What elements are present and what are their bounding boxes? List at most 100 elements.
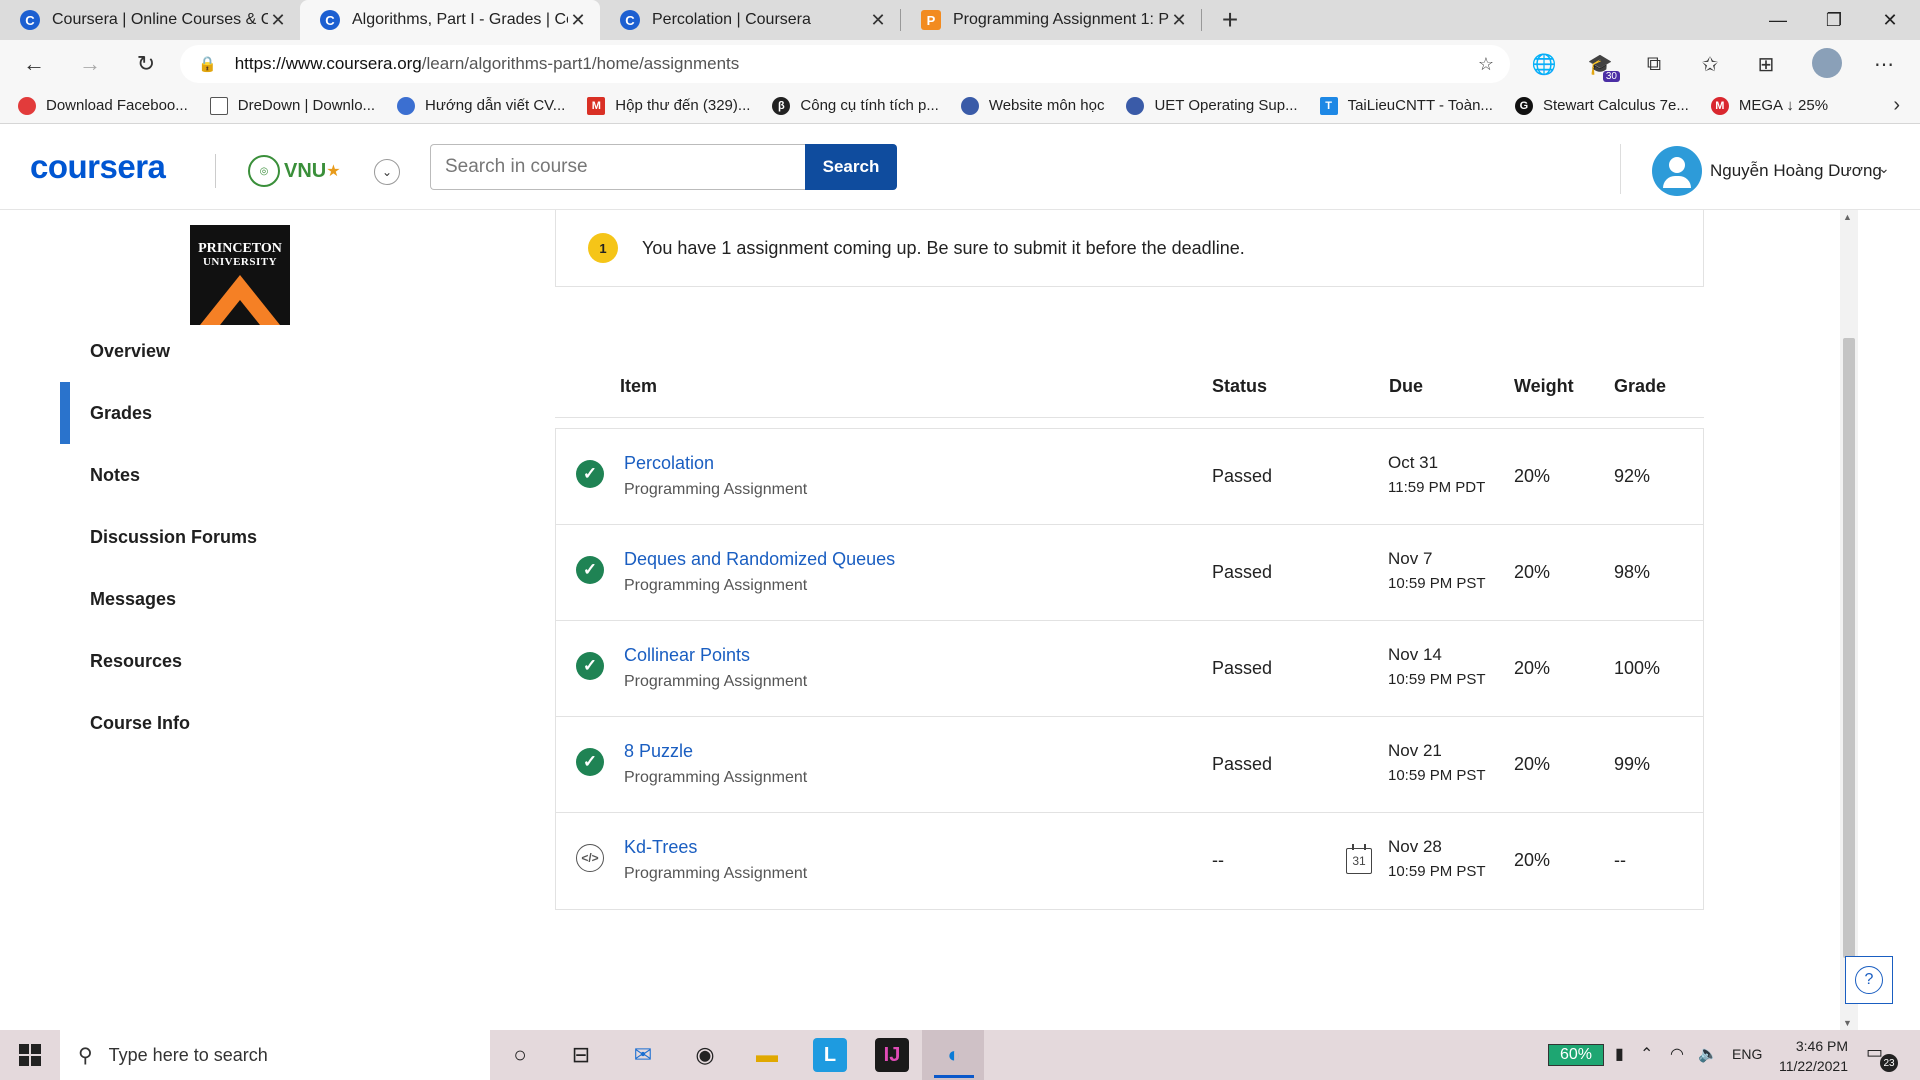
site-favicon-icon: G	[1514, 96, 1533, 115]
chevron-down-icon[interactable]: ⌄	[374, 159, 400, 185]
favorites-icon[interactable]: ✩	[1694, 48, 1726, 80]
add-favorite-star-icon[interactable]: ☆	[1478, 54, 1494, 75]
globe-extension-icon[interactable]: 🌐	[1528, 48, 1560, 80]
user-avatar[interactable]	[1652, 146, 1702, 196]
table-row[interactable]: ✓ 8 Puzzle Programming Assignment Passed…	[556, 717, 1703, 813]
intellij-icon[interactable]: IJ	[875, 1038, 909, 1072]
browser-tab-active[interactable]: C Algorithms, Part I - Grades | Cou ✕	[300, 0, 600, 40]
tab-close-icon[interactable]: ✕	[268, 10, 288, 31]
windows-start-button[interactable]	[0, 1030, 60, 1080]
bookmark-label: TaiLieuCNTT - Toàn...	[1347, 97, 1493, 114]
sidebar-item-discussion-forums[interactable]: Discussion Forums	[60, 506, 460, 568]
more-menu-icon[interactable]: ⋯	[1868, 48, 1900, 80]
graduation-cap-extension-icon[interactable]: 🎓 30	[1584, 48, 1620, 82]
bookmark-item[interactable]: UET Operating Sup...	[1126, 96, 1298, 115]
profile-avatar-icon[interactable]	[1812, 48, 1842, 78]
sidebar-item-resources[interactable]: Resources	[60, 630, 460, 692]
site-favicon-icon: T	[1319, 96, 1338, 115]
edge-browser-icon[interactable]: ◐	[937, 1038, 971, 1072]
sidebar-item-notes[interactable]: Notes	[60, 444, 460, 506]
l-app-icon[interactable]: L	[813, 1038, 847, 1072]
chevron-down-icon[interactable]: ⌄	[1878, 160, 1890, 177]
restore-icon[interactable]: ❐	[1806, 0, 1862, 40]
sidebar-item-messages[interactable]: Messages	[60, 568, 460, 630]
search-button[interactable]: Search	[805, 144, 897, 190]
bookmark-item[interactable]: DreDown | Downlo...	[209, 96, 376, 115]
tab-close-icon[interactable]: ✕	[868, 10, 888, 31]
battery-indicator[interactable]: 60%	[1548, 1044, 1604, 1066]
page-scrollbar[interactable]: ▲ ▼	[1840, 210, 1858, 1030]
new-tab-plus-icon[interactable]: +	[1210, 0, 1250, 40]
due-time: 10:59 PM PST	[1388, 575, 1486, 592]
bookmark-item[interactable]: Website môn học	[960, 96, 1104, 115]
help-button[interactable]: ?	[1845, 956, 1893, 1004]
task-view-icon[interactable]: ⊟	[564, 1038, 598, 1072]
bookmark-item[interactable]: M MEGA ↓ 25%	[1710, 96, 1828, 115]
assignment-link[interactable]: Deques and Randomized Queues	[624, 549, 895, 570]
assignment-link[interactable]: Percolation	[624, 453, 714, 474]
mail-icon[interactable]: ✉	[626, 1038, 660, 1072]
princeton-logo[interactable]: PRINCETON UNIVERSITY	[190, 225, 290, 325]
bookmark-label: Công cụ tính tích p...	[800, 97, 939, 114]
table-row[interactable]: ✓ Deques and Randomized Queues Programmi…	[556, 525, 1703, 621]
window-close-icon[interactable]: ✕	[1862, 0, 1918, 40]
assignment-link[interactable]: Collinear Points	[624, 645, 750, 666]
bookmark-label: Hộp thư đến (329)...	[615, 97, 751, 114]
upcoming-assignment-banner: 1 You have 1 assignment coming up. Be su…	[555, 210, 1704, 287]
vnu-partner-logo[interactable]: ◎ VNU ★	[248, 152, 350, 190]
table-row[interactable]: ✓ Percolation Programming Assignment Pas…	[556, 429, 1703, 525]
tab-close-icon[interactable]: ✕	[568, 10, 588, 31]
bookmark-item[interactable]: Download Faceboo...	[18, 96, 188, 115]
tray-app-icon[interactable]: ▮	[1615, 1044, 1624, 1064]
grade-value: 92%	[1614, 466, 1651, 486]
assignment-link[interactable]: Kd-Trees	[624, 837, 697, 858]
coursera-logo[interactable]: coursera	[30, 148, 166, 186]
back-arrow-icon[interactable]: ←	[12, 44, 56, 84]
lock-icon: 🔒	[198, 56, 217, 73]
bookmark-label: Hướng dẫn viết CV...	[425, 97, 566, 114]
collections-icon[interactable]: ⊞	[1750, 48, 1782, 80]
bookmark-item[interactable]: β Công cụ tính tích p...	[772, 96, 939, 115]
scrollbar-thumb[interactable]	[1843, 338, 1855, 958]
scroll-up-arrow-icon[interactable]: ▲	[1843, 212, 1852, 222]
browser-tab[interactable]: C Coursera | Online Courses & Cre ✕	[0, 0, 300, 40]
file-explorer-folder-icon[interactable]: ▬	[750, 1038, 784, 1072]
address-bar-row: ← → ↻ 🔒 https://www.coursera.org/learn/a…	[0, 40, 1920, 88]
table-row[interactable]: ✓ Collinear Points Programming Assignmen…	[556, 621, 1703, 717]
sidebar-item-overview[interactable]: Overview	[60, 320, 460, 382]
grade-value: 100%	[1614, 658, 1661, 678]
chevron-right-icon[interactable]: ›	[1893, 94, 1900, 117]
url-host: https://www.coursera.org	[234, 54, 422, 73]
notifications-icon[interactable]: ▭ 23	[1866, 1042, 1898, 1072]
tab-close-icon[interactable]: ✕	[1169, 10, 1189, 31]
wifi-icon[interactable]: ◠	[1670, 1044, 1684, 1064]
bookmark-item[interactable]: G Stewart Calculus 7e...	[1514, 96, 1689, 115]
browser-tab[interactable]: C Percolation | Coursera ✕	[600, 0, 900, 40]
scroll-down-arrow-icon[interactable]: ▼	[1843, 1018, 1852, 1028]
language-indicator[interactable]: ENG	[1732, 1046, 1762, 1062]
bookmark-item[interactable]: M Hộp thư đến (329)...	[587, 96, 751, 115]
extensions-puzzle-icon[interactable]: ⧉	[1638, 48, 1670, 80]
sidebar-item-grades[interactable]: Grades	[60, 382, 460, 444]
forward-arrow-icon[interactable]: →	[68, 44, 112, 84]
grade-value: 98%	[1614, 562, 1651, 582]
chevron-up-icon[interactable]: ⌃	[1640, 1044, 1653, 1064]
minimize-icon[interactable]: —	[1750, 0, 1806, 40]
bookmark-label: DreDown | Downlo...	[237, 97, 376, 114]
bookmark-item[interactable]: T TaiLieuCNTT - Toàn...	[1319, 96, 1493, 115]
github-desktop-icon[interactable]: ◉	[688, 1038, 722, 1072]
taskbar-clock[interactable]: 3:46 PM 11/22/2021	[1770, 1036, 1848, 1076]
sidebar-item-course-info[interactable]: Course Info	[60, 692, 460, 754]
browser-tab[interactable]: P Programming Assignment 1: Per ✕	[901, 0, 1201, 40]
search-input[interactable]	[430, 144, 806, 190]
table-row[interactable]: </> Kd-Trees Programming Assignment -- 3…	[556, 813, 1703, 909]
taskbar-search-box[interactable]: ⚲ Type here to search	[60, 1030, 490, 1080]
cortana-circle-icon[interactable]: ○	[503, 1038, 537, 1072]
bookmark-item[interactable]: Hướng dẫn viết CV...	[397, 96, 566, 115]
assignment-link[interactable]: 8 Puzzle	[624, 741, 693, 762]
reload-icon[interactable]: ↻	[124, 44, 168, 84]
user-name[interactable]: Nguyễn Hoàng Dương	[1710, 161, 1882, 181]
url-field[interactable]: 🔒 https://www.coursera.org/learn/algorit…	[180, 45, 1510, 83]
speaker-icon[interactable]: 🔈	[1698, 1044, 1718, 1064]
assignment-type: Programming Assignment	[624, 481, 808, 498]
